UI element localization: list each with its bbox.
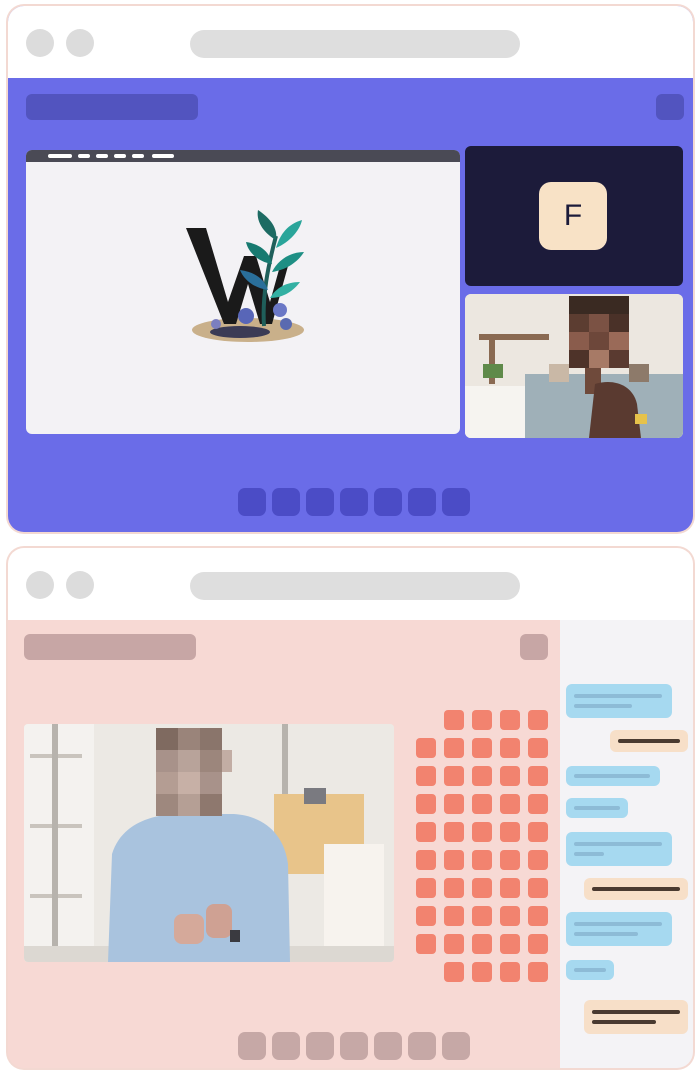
participant-thumbnail[interactable]	[500, 822, 520, 842]
participant-thumbnail[interactable]	[472, 878, 492, 898]
participant-thumbnail[interactable]	[472, 934, 492, 954]
window-control-dot[interactable]	[26, 571, 54, 599]
chat-message-outgoing[interactable]	[584, 1000, 688, 1034]
participant-thumbnail[interactable]	[500, 766, 520, 786]
participant-thumbnail[interactable]	[528, 878, 548, 898]
participant-thumbnail[interactable]	[500, 934, 520, 954]
participant-thumbnail[interactable]	[472, 766, 492, 786]
call-controls-dock	[238, 488, 474, 516]
participant-thumbnail[interactable]	[528, 934, 548, 954]
browser-titlebar	[8, 548, 693, 620]
call-control-button[interactable]	[272, 1032, 300, 1060]
chat-message-incoming[interactable]	[566, 912, 672, 946]
call-control-button[interactable]	[374, 1032, 402, 1060]
call-control-button[interactable]	[238, 488, 266, 516]
participant-thumbnail[interactable]	[500, 878, 520, 898]
participant-thumbnail[interactable]	[444, 878, 464, 898]
participant-thumbnail[interactable]	[528, 822, 548, 842]
chat-message-outgoing[interactable]	[584, 878, 688, 900]
participant-video-feed	[465, 294, 683, 438]
call-control-button[interactable]	[272, 488, 300, 516]
participant-thumbnail[interactable]	[444, 766, 464, 786]
participant-thumbnail[interactable]	[528, 850, 548, 870]
browser-titlebar	[8, 6, 693, 78]
address-bar[interactable]	[190, 572, 520, 600]
chat-message-outgoing[interactable]	[610, 730, 688, 752]
call-control-button[interactable]	[408, 1032, 436, 1060]
menu-button[interactable]	[656, 94, 684, 120]
shared-screen	[26, 150, 460, 434]
call-control-button[interactable]	[442, 488, 470, 516]
call-control-button[interactable]	[374, 488, 402, 516]
participant-thumbnail[interactable]	[528, 962, 548, 982]
participant-thumbnail[interactable]	[528, 710, 548, 730]
participant-thumbnail[interactable]	[416, 738, 436, 758]
participant-thumbnail[interactable]	[472, 822, 492, 842]
participant-thumbnail[interactable]	[528, 794, 548, 814]
participant-tile-avatar[interactable]: F	[465, 146, 683, 286]
call-control-button[interactable]	[306, 488, 334, 516]
participant-thumbnail[interactable]	[444, 906, 464, 926]
participant-thumbnail[interactable]	[472, 962, 492, 982]
participant-thumbnail[interactable]	[500, 794, 520, 814]
call-control-button[interactable]	[408, 488, 436, 516]
participant-thumbnail[interactable]	[444, 822, 464, 842]
participant-thumbnail[interactable]	[500, 710, 520, 730]
call-control-button[interactable]	[442, 1032, 470, 1060]
avatar-letter: F	[563, 199, 583, 232]
avatar: F	[539, 182, 607, 250]
participant-thumbnail[interactable]	[472, 710, 492, 730]
participant-thumbnail[interactable]	[444, 738, 464, 758]
participant-thumbnail[interactable]	[528, 906, 548, 926]
main-speaker-video[interactable]	[24, 724, 394, 962]
speaker-video-feed	[24, 724, 394, 962]
participant-thumbnail[interactable]	[444, 962, 464, 982]
call-control-button[interactable]	[306, 1032, 334, 1060]
participant-thumbnail[interactable]	[472, 738, 492, 758]
participant-thumbnail[interactable]	[416, 794, 436, 814]
participant-thumbnail[interactable]	[416, 934, 436, 954]
meeting-title-placeholder	[26, 94, 198, 120]
window-control-dot[interactable]	[66, 571, 94, 599]
window-control-dot[interactable]	[66, 29, 94, 57]
chat-message-incoming[interactable]	[566, 766, 660, 786]
participant-thumbnail[interactable]	[500, 738, 520, 758]
participant-thumbnail[interactable]	[444, 934, 464, 954]
participant-thumbnail[interactable]	[416, 850, 436, 870]
chat-message-incoming[interactable]	[566, 684, 672, 718]
participant-thumbnail[interactable]	[472, 906, 492, 926]
participant-thumbnail[interactable]	[528, 738, 548, 758]
window-control-dot[interactable]	[26, 29, 54, 57]
shared-window-toolbar	[26, 150, 460, 162]
participant-grid	[416, 710, 552, 986]
participant-thumbnail[interactable]	[500, 850, 520, 870]
meeting-title-placeholder	[24, 634, 196, 660]
participant-thumbnail[interactable]	[472, 850, 492, 870]
video-call-window-screen-share: F	[8, 6, 693, 532]
participant-thumbnail[interactable]	[472, 794, 492, 814]
w-plant-logo	[186, 210, 304, 342]
video-call-window-chat	[8, 548, 693, 1068]
menu-button[interactable]	[520, 634, 548, 660]
participant-thumbnail[interactable]	[500, 962, 520, 982]
participant-thumbnail[interactable]	[444, 794, 464, 814]
call-control-button[interactable]	[238, 1032, 266, 1060]
chat-message-incoming[interactable]	[566, 960, 614, 980]
participant-thumbnail[interactable]	[416, 878, 436, 898]
call-control-button[interactable]	[340, 488, 368, 516]
participant-thumbnail[interactable]	[444, 710, 464, 730]
participant-thumbnail[interactable]	[416, 766, 436, 786]
address-bar[interactable]	[190, 30, 520, 58]
participant-thumbnail[interactable]	[444, 850, 464, 870]
chat-panel	[560, 620, 693, 1068]
chat-message-incoming[interactable]	[566, 798, 628, 818]
call-control-button[interactable]	[340, 1032, 368, 1060]
chat-message-incoming[interactable]	[566, 832, 672, 866]
participant-thumbnail[interactable]	[528, 766, 548, 786]
participant-thumbnail[interactable]	[500, 906, 520, 926]
participant-tile-camera[interactable]	[465, 294, 683, 438]
participant-thumbnail[interactable]	[416, 822, 436, 842]
call-controls-dock	[238, 1032, 474, 1060]
participant-thumbnail[interactable]	[416, 906, 436, 926]
